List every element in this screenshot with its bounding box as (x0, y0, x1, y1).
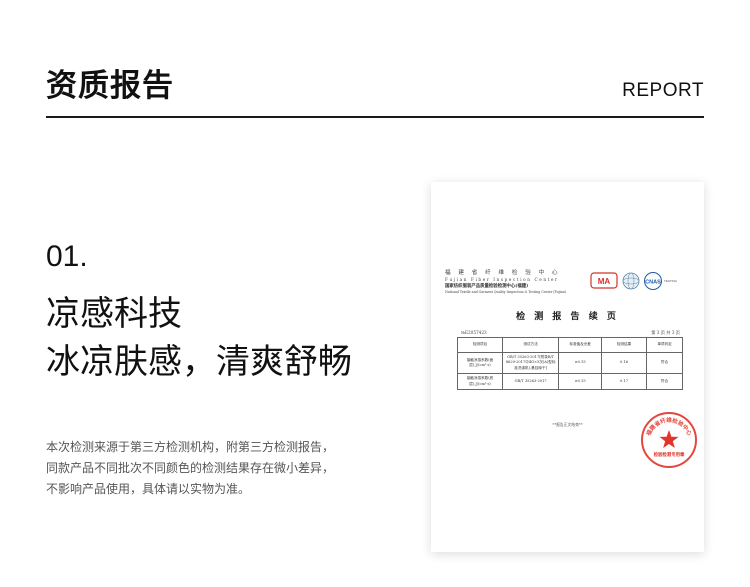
table-row: 接触凉感系数(面层),J/(cm²·s) GB/T 35263-2017[附录B… (457, 351, 683, 375)
institution-center-cn: 国家纺织服装产品质量检验检测中心(福建) (445, 284, 529, 289)
institution-name-cn: 福 建 省 纤 维 检 验 中 心 (445, 270, 561, 276)
results-table: 检测项目 测试方法 标准值及允差 检测结果 单项判定 接触凉感系数(面层),J/… (457, 337, 683, 391)
table-header: 单项判定 (646, 337, 683, 353)
disclaimer-text: 本次检测来源于第三方检测机构，附第三方检测报告， 同款产品不同批次不同颜色的检测… (46, 437, 406, 500)
cnas-note: TESTING (664, 279, 678, 283)
institution-center-en: National Textile and Garment Quality Ins… (445, 290, 567, 294)
table-cell-standard: ≥0.15 (558, 351, 602, 375)
institution-block: 福 建 省 纤 维 检 验 中 心 Fujian Fiber Inspectio… (445, 268, 585, 294)
report-tag: REPORT (622, 80, 704, 101)
table-cell-result: 0.16 (601, 351, 647, 375)
institution-name-en: Fujian Fiber Inspection Center (445, 277, 559, 282)
disclaimer-line-3: 不影响产品使用，具体请以实物为准。 (46, 482, 251, 496)
cnas-logo-text: CNAS (645, 279, 661, 285)
report-title: 检 测 报 告 续 页 (516, 312, 619, 322)
certification-logos: MA CNAS TESTING (590, 272, 678, 290)
table-cell-method: GB/T 35263-2017 (501, 373, 560, 391)
report-document-image: 福 建 省 纤 维 检 验 中 心 Fujian Fiber Inspectio… (431, 182, 704, 552)
cma-logo: MA (590, 272, 618, 289)
cnas-logo: CNAS TESTING (644, 272, 678, 290)
header-divider (46, 116, 704, 118)
seal-subtext: 检验检测专用章 (654, 451, 685, 458)
table-cell-standard: ≥0.15 (558, 373, 602, 391)
ilac-globe-icon (622, 272, 640, 290)
cma-logo-text: MA (598, 277, 611, 286)
table-header: 标准值及允差 (558, 337, 602, 353)
table-header: 检测结果 (601, 337, 647, 353)
disclaimer-line-1: 本次检测来源于第三方检测机构，附第三方检测报告， (46, 440, 335, 454)
table-header: 测试方法 (501, 337, 560, 353)
official-seal-stamp: 福建省纤维检验中心 检验检测专用章 (641, 412, 697, 468)
section-number: 01. (46, 240, 88, 273)
table-cell-verdict: 符合 (646, 351, 683, 375)
table-header: 检测项目 (457, 337, 503, 353)
report-page: 第 3 页 共 3 页 (651, 330, 680, 335)
report-number: №E2057423 (461, 330, 487, 335)
headline-line-2: 冰凉肤感，清爽舒畅 (46, 342, 352, 382)
table-cell-item: 接触凉感系数(面层),J/(cm²·s) (457, 351, 503, 375)
table-cell-item: 接触凉感系数(底层),J/(cm²·s) (457, 373, 503, 391)
page-title: 资质报告 (46, 68, 174, 104)
disclaimer-line-2: 同款产品不同批次不同颜色的检测结果存在微小差异， (46, 461, 335, 475)
table-cell-result: 0.17 (601, 373, 647, 391)
table-cell-method: GB/T 35263-2017[附录B/T 8629-2017中4G×5次(A)… (501, 351, 560, 375)
table-cell-verdict: 符合 (646, 373, 683, 391)
table-row: 接触凉感系数(底层),J/(cm²·s) GB/T 35263-2017 ≥0.… (457, 373, 683, 391)
headline-line-1: 凉感科技 (46, 294, 182, 334)
table-header-row: 检测项目 测试方法 标准值及允差 检测结果 单项判定 (457, 337, 683, 353)
section-headline: 凉感科技 冰凉肤感，清爽舒畅 (46, 290, 352, 386)
